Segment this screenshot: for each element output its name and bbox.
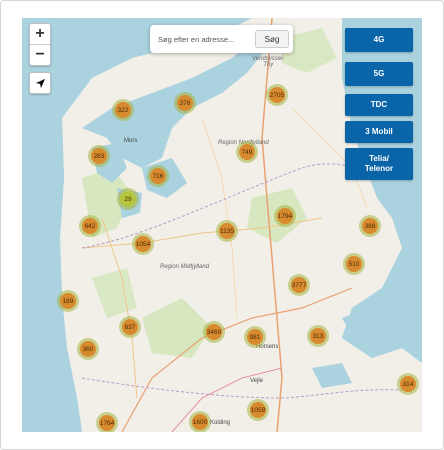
zoom-in-button[interactable]: + [30,24,50,45]
cluster-count: 1059 [250,402,266,418]
cluster-count: 1764 [99,415,115,431]
cluster-count: 313 [310,328,326,344]
cluster-marker[interactable]: 642 [79,215,101,237]
cluster-marker[interactable]: 1600 [189,411,211,432]
cluster-count: 749 [239,144,255,160]
region-label-vendsyssel: Vendsyssel- Thy [252,56,285,68]
zoom-control: + − [29,23,51,66]
address-search-input[interactable] [158,34,246,44]
cluster-marker[interactable]: 360 [77,338,99,360]
cluster-count: 360 [80,341,96,357]
cluster-marker[interactable]: 189 [57,290,79,312]
cluster-marker[interactable]: 1794 [274,205,296,227]
filter-3mobil-button[interactable]: 3 Mobil [345,121,413,143]
cluster-marker[interactable]: 637 [119,316,141,338]
cluster-count: 3460 [206,324,222,340]
cluster-count: 189 [60,293,76,309]
search-button[interactable]: Søg [255,30,289,48]
cluster-count: 510 [346,256,362,272]
cluster-count: 1054 [135,236,151,252]
cluster-count: 314 [400,376,416,392]
cluster-count: 716 [150,168,166,184]
cluster-count: 642 [82,218,98,234]
town-label-kolding: Kolding [210,420,231,426]
cluster-count: 981 [247,329,263,345]
cluster-marker[interactable]: 29 [117,188,139,210]
cluster-marker[interactable]: 3777 [288,274,310,296]
cluster-count: 29 [120,191,136,207]
cluster-marker[interactable]: 1764 [96,412,118,432]
cluster-count: 3777 [291,277,307,293]
cluster-marker[interactable]: 2705 [266,84,288,106]
cluster-count: 1794 [277,208,293,224]
cluster-count: 322 [115,102,131,118]
cluster-marker[interactable]: 1054 [132,233,154,255]
address-search-box: Søg [150,25,293,53]
filter-4g-button[interactable]: 4G [345,28,413,52]
cluster-count: 388 [362,218,378,234]
town-label-mors: Mors [124,138,138,144]
cluster-marker[interactable]: 981 [244,326,266,348]
cluster-count: 283 [91,148,107,164]
cluster-marker[interactable]: 510 [343,253,365,275]
cluster-marker[interactable]: 716 [147,165,169,187]
cluster-count: 1600 [192,414,208,430]
cluster-count: 2705 [269,87,285,103]
region-label-midtjylland: Region Midtjylland [160,264,210,270]
filter-telia-telenor-button[interactable]: Telia/ Telenor [345,148,413,180]
town-label-vejle: Vejle [250,378,264,384]
cluster-count: 376 [177,95,193,111]
cluster-marker[interactable]: 322 [112,99,134,121]
map-view[interactable]: Vendsyssel- Thy Region Nordjylland Regio… [22,18,422,432]
cluster-marker[interactable]: 1059 [247,399,269,421]
filter-tdc-button[interactable]: TDC [345,94,413,116]
location-arrow-icon [35,78,45,88]
cluster-count: 637 [122,319,138,335]
cluster-marker[interactable]: 283 [88,145,110,167]
cluster-marker[interactable]: 388 [359,215,381,237]
cluster-marker[interactable]: 1135 [216,220,238,242]
cluster-marker[interactable]: 313 [307,325,329,347]
zoom-out-button[interactable]: − [30,45,50,65]
filter-5g-button[interactable]: 5G [345,62,413,86]
cluster-marker[interactable]: 314 [397,373,419,395]
cluster-count: 1135 [219,223,235,239]
cluster-marker[interactable]: 749 [236,141,258,163]
cluster-marker[interactable]: 3460 [203,321,225,343]
locate-button[interactable] [29,72,51,94]
cluster-marker[interactable]: 376 [174,92,196,114]
